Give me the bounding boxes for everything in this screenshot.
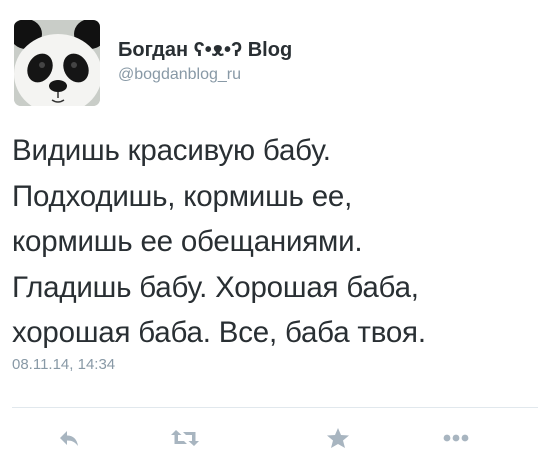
star-icon [327,428,349,448]
avatar[interactable] [14,20,100,106]
reply-button[interactable] [47,420,91,456]
panda-icon [14,20,100,106]
tweet-timestamp[interactable]: 08.11.14, 14:34 [12,356,115,373]
tweet-text-line: Подходишь, кормишь ее, [12,179,353,213]
tweet-text-line: Гладишь бабу. Хорошая баба, [12,270,419,304]
more-icon [443,434,469,442]
retweet-icon [171,430,199,446]
tweet-text: Видишь красивую бабу. Подходишь, кормишь… [12,128,540,356]
divider [12,407,538,408]
tweet-card: Богдан ʕ•ᴥ•ʔ Blog @bogdanblog_ru Видишь … [0,0,550,470]
tweet-text-line: хорошая баба. Все, баба твоя. [12,316,426,349]
favorite-button[interactable] [316,420,360,456]
author-display-name[interactable]: Богдан ʕ•ᴥ•ʔ Blog [118,38,292,62]
tweet-text-line: кормишь ее обещаниями. [12,225,363,258]
tweet-text-line: Видишь красивую бабу. [12,134,331,167]
more-button[interactable] [434,420,478,456]
tweet-actions [0,420,550,456]
tweet-header: Богдан ʕ•ᴥ•ʔ Blog @bogdanblog_ru [14,20,534,106]
reply-icon [60,431,78,446]
retweet-button[interactable] [163,420,207,456]
author-names: Богдан ʕ•ᴥ•ʔ Blog @bogdanblog_ru [118,38,292,86]
author-handle[interactable]: @bogdanblog_ru [118,64,292,86]
